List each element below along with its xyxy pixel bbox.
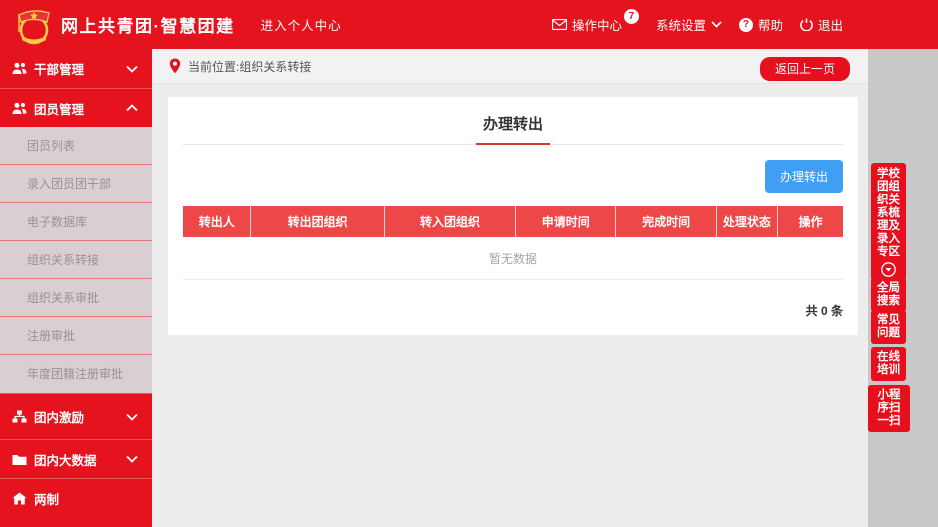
tab-bar: 办理转出 — [183, 97, 843, 145]
total-count: 共 0 条 — [183, 302, 843, 319]
help-label: 帮助 — [758, 15, 783, 34]
submenu-item-member-list[interactable]: 团员列表 — [0, 127, 152, 165]
location-pin-icon — [169, 58, 181, 74]
sidebar: 干部管理 团员管理 团员列表 录入团员团干部 电子数据库 组织关系转接 组织关系… — [0, 49, 152, 527]
column-header-operation: 操作 — [778, 206, 843, 237]
app-title: 网上共青团·智慧团建 — [61, 12, 235, 37]
online-training-button[interactable]: 在线培训 — [871, 347, 906, 381]
submenu-item-member-entry[interactable]: 录入团员团干部 — [0, 165, 152, 203]
toolbar: 办理转出 — [183, 160, 843, 193]
sidebar-item-label: 两制 — [34, 489, 59, 508]
school-zone-label: 学校团组织关系梳理及录入专区 — [877, 168, 900, 258]
system-settings-menu[interactable]: 系统设置 — [656, 15, 722, 34]
transfer-table: 转出人 转出团组织 转入团组织 申请时间 完成时间 处理状态 操作 暂无数据 — [183, 206, 843, 280]
sidebar-item-label: 团内激励 — [34, 407, 84, 426]
submenu-item-e-database[interactable]: 电子数据库 — [0, 203, 152, 241]
faq-button[interactable]: 常见问题 — [871, 310, 906, 344]
sidebar-item-bigdata[interactable]: 团内大数据 — [0, 439, 152, 478]
sidebar-item-label: 团员管理 — [34, 99, 84, 118]
chevron-up-icon — [126, 104, 138, 112]
sidebar-item-cadre-management[interactable]: 干部管理 — [0, 49, 152, 88]
chevron-down-icon — [126, 65, 138, 73]
sidebar-item-label: 团内大数据 — [34, 450, 97, 469]
sidebar-filler — [0, 517, 152, 527]
column-header-transferor: 转出人 — [183, 206, 251, 237]
league-emblem-logo — [13, 5, 53, 47]
column-header-from-org: 转出团组织 — [251, 206, 384, 237]
operation-center-link[interactable]: 操作中心 7 — [552, 15, 639, 34]
app-header: 网上共青团·智慧团建 进入个人中心 操作中心 7 系统设置 ? 帮助 — [0, 0, 938, 49]
transfer-out-button[interactable]: 办理转出 — [765, 160, 843, 193]
sidebar-item-label: 干部管理 — [34, 59, 84, 78]
folder-icon — [12, 453, 27, 466]
operation-center-label: 操作中心 — [572, 15, 622, 34]
tab-transfer-out[interactable]: 办理转出 — [476, 106, 550, 145]
home-icon — [12, 492, 27, 505]
column-header-apply-time: 申请时间 — [516, 206, 616, 237]
power-icon — [800, 18, 813, 31]
help-link[interactable]: ? 帮助 — [739, 15, 783, 34]
breadcrumb: 当前位置:组织关系转接 — [188, 58, 311, 75]
column-header-to-org: 转入团组织 — [384, 206, 515, 237]
global-search-button[interactable]: 全局搜索 — [871, 278, 906, 312]
back-button[interactable]: 返回上一页 — [760, 57, 850, 81]
main-area: 当前位置:组织关系转接 返回上一页 办理转出 办理转出 转出人 转出团组织 — [152, 49, 868, 527]
question-circle-icon: ? — [739, 18, 753, 32]
miniprogram-scan-button[interactable]: 小程序扫一扫 — [868, 385, 910, 432]
submenu-item-relation-transfer[interactable]: 组织关系转接 — [0, 241, 152, 279]
sidebar-item-member-management[interactable]: 团员管理 — [0, 88, 152, 127]
breadcrumb-bar: 当前位置:组织关系转接 返回上一页 — [152, 49, 868, 84]
sidebar-submenu: 团员列表 录入团员团干部 电子数据库 组织关系转接 组织关系审批 注册审批 年度… — [0, 127, 152, 393]
column-header-status: 处理状态 — [716, 206, 777, 237]
users-icon — [12, 62, 27, 75]
logout-link[interactable]: 退出 — [800, 15, 843, 34]
system-settings-label: 系统设置 — [656, 15, 706, 34]
header-nav: 操作中心 7 系统设置 ? 帮助 退出 — [552, 15, 938, 34]
submenu-item-relation-approval[interactable]: 组织关系审批 — [0, 279, 152, 317]
notification-badge: 7 — [624, 9, 639, 24]
sitemap-icon — [12, 410, 27, 423]
submenu-item-annual-registration-approval[interactable]: 年度团籍注册审批 — [0, 355, 152, 393]
sidebar-item-incentive[interactable]: 团内激励 — [0, 393, 152, 439]
right-rail: 学校团组织关系梳理及录入专区 全局搜索 常见问题 在线培训 小程序扫一扫 — [868, 49, 938, 527]
empty-text: 暂无数据 — [183, 237, 843, 280]
table-header-row: 转出人 转出团组织 转入团组织 申请时间 完成时间 处理状态 操作 — [183, 206, 843, 237]
column-header-finish-time: 完成时间 — [616, 206, 716, 237]
logout-label: 退出 — [818, 15, 843, 34]
content-card: 办理转出 办理转出 转出人 转出团组织 转入团组织 申请时间 完成时间 — [168, 97, 858, 335]
chevron-down-icon — [126, 455, 138, 463]
circle-chevron-down-icon — [881, 262, 896, 277]
envelope-icon — [552, 19, 567, 30]
personal-center-link[interactable]: 进入个人中心 — [261, 15, 342, 34]
submenu-item-registration-approval[interactable]: 注册审批 — [0, 317, 152, 355]
school-zone-button[interactable]: 学校团组织关系梳理及录入专区 — [871, 163, 906, 281]
chevron-down-icon — [126, 413, 138, 421]
sidebar-item-two-systems[interactable]: 两制 — [0, 478, 152, 517]
chevron-down-icon — [711, 21, 722, 28]
empty-row: 暂无数据 — [183, 237, 843, 280]
screen: 网上共青团·智慧团建 进入个人中心 操作中心 7 系统设置 ? 帮助 — [0, 0, 938, 527]
users-icon — [12, 102, 27, 115]
